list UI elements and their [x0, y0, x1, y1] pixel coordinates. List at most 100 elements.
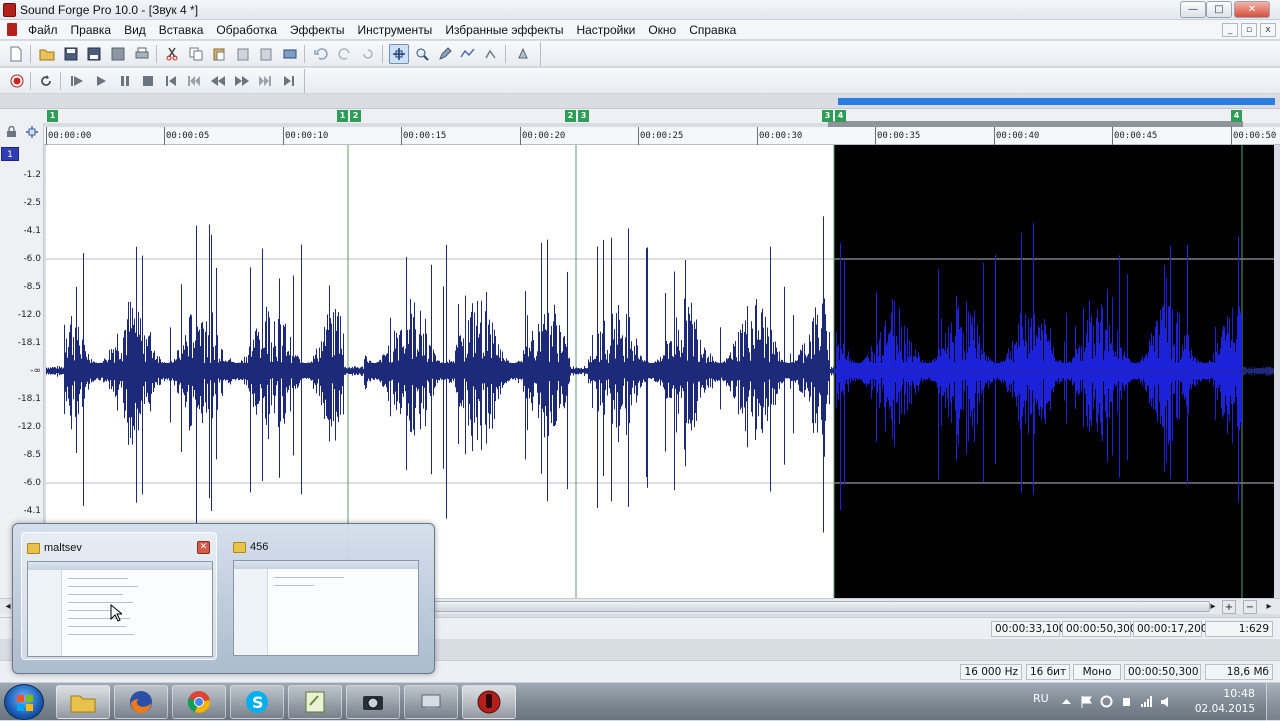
taskbar-skype[interactable]: S — [230, 685, 284, 719]
menu-edit[interactable]: Правка — [71, 23, 112, 37]
print-icon[interactable] — [132, 44, 152, 64]
marker-4[interactable]: 4 — [835, 110, 846, 122]
taskbar-notepad[interactable] — [288, 685, 342, 719]
menu-options[interactable]: Настройки — [576, 23, 635, 37]
save-icon[interactable] — [61, 44, 81, 64]
clock-date[interactable]: 02.04.2015 — [1195, 703, 1255, 715]
menu-effects[interactable]: Эффекты — [290, 23, 345, 37]
doc-close-button[interactable]: x — [1260, 23, 1276, 37]
cut-icon[interactable] — [162, 44, 182, 64]
go-to-end-icon[interactable] — [279, 71, 299, 91]
taskbar-chrome[interactable] — [172, 685, 226, 719]
redo-icon[interactable] — [335, 44, 355, 64]
undo-icon[interactable] — [311, 44, 331, 64]
selection-length[interactable]: 00:00:17,200 — [1133, 621, 1208, 637]
menu-help[interactable]: Справка — [689, 23, 736, 37]
zoom-in-button[interactable]: + — [1222, 600, 1236, 614]
menu-favorites[interactable]: Избранные эффекты — [445, 23, 563, 37]
flag-icon[interactable] — [1080, 695, 1093, 708]
stop-icon[interactable] — [138, 71, 158, 91]
power-icon[interactable] — [1120, 695, 1133, 708]
channel-mode[interactable]: Моно — [1073, 664, 1121, 680]
pause-icon[interactable] — [115, 71, 135, 91]
edit-tool-icon[interactable] — [389, 44, 409, 64]
rewind-icon[interactable] — [208, 71, 228, 91]
next-marker-icon[interactable] — [255, 71, 275, 91]
repeat-icon[interactable] — [358, 44, 378, 64]
bit-depth[interactable]: 16 бит — [1026, 664, 1070, 680]
sound-forge-app-icon[interactable] — [3, 3, 16, 17]
paste-icon[interactable] — [209, 44, 229, 64]
close-thumbnail-button[interactable]: ✕ — [197, 541, 210, 554]
new-file-icon[interactable] — [6, 44, 26, 64]
paste-crossfade-icon[interactable] — [256, 44, 276, 64]
pencil-tool-icon[interactable] — [435, 44, 455, 64]
previous-marker-icon[interactable] — [184, 71, 204, 91]
clock-time[interactable]: 10:48 — [1223, 687, 1255, 700]
loop-playback-icon[interactable] — [36, 71, 56, 91]
go-to-start-icon[interactable] — [161, 71, 181, 91]
window-thumbnail-maltsev[interactable]: maltsev ✕ — [21, 532, 217, 660]
overview-bar[interactable] — [0, 95, 1280, 109]
scrollbar-thumb[interactable] — [430, 601, 1210, 612]
render-icon[interactable] — [108, 44, 128, 64]
sample-rate[interactable]: 16 000 Hz — [960, 664, 1022, 680]
doc-minimize-button[interactable]: _ — [1222, 23, 1238, 37]
time-ruler[interactable]: 00:00:00 00:00:05 00:00:10 00:00:15 00:0… — [44, 127, 1280, 145]
play-icon[interactable] — [91, 71, 111, 91]
lock-icon[interactable] — [6, 126, 17, 138]
paste-mix-icon[interactable] — [233, 44, 253, 64]
show-hidden-icons-icon[interactable] — [1060, 695, 1073, 708]
menu-window[interactable]: Окно — [648, 23, 676, 37]
marker-3[interactable]: 3 — [578, 110, 589, 122]
menu-file[interactable]: Файл — [28, 23, 58, 37]
maximize-button[interactable]: □ — [1206, 1, 1232, 18]
document-icon[interactable] — [7, 23, 17, 36]
zoom-out-button[interactable]: − — [1243, 600, 1257, 614]
marker-3-end[interactable]: 3 — [822, 110, 833, 122]
doc-restore-button[interactable]: ▫ — [1241, 23, 1257, 37]
taskbar-firefox[interactable] — [114, 685, 168, 719]
show-desktop-button[interactable] — [1266, 683, 1280, 721]
scroll-right-button[interactable]: ▸ — [1206, 600, 1220, 614]
channel-1-badge[interactable]: 1 — [1, 147, 19, 161]
menu-view[interactable]: Вид — [124, 23, 146, 37]
event-tool-icon[interactable] — [481, 44, 501, 64]
snap-icon[interactable] — [25, 125, 39, 139]
marker-4-end[interactable]: 4 — [1231, 110, 1242, 122]
menu-process[interactable]: Обработка — [216, 23, 277, 37]
marker-1[interactable]: 1 — [47, 110, 58, 122]
selection-start[interactable]: 00:00:33,100 — [991, 621, 1066, 637]
magnify-tool-icon[interactable] — [412, 44, 432, 64]
copy-icon[interactable] — [186, 44, 206, 64]
save-as-icon[interactable] — [84, 44, 104, 64]
language-indicator[interactable]: RU — [1033, 692, 1049, 705]
fast-forward-icon[interactable] — [232, 71, 252, 91]
signal-icon[interactable] — [1140, 695, 1153, 708]
taskbar-sound-forge[interactable] — [462, 685, 516, 719]
record-icon[interactable] — [7, 71, 27, 91]
play-all-icon[interactable] — [67, 71, 87, 91]
marker-2[interactable]: 2 — [350, 110, 361, 122]
taskbar-camera-app[interactable] — [346, 685, 400, 719]
minimize-button[interactable]: — — [1180, 1, 1206, 18]
menu-tools[interactable]: Инструменты — [357, 23, 432, 37]
menu-insert[interactable]: Вставка — [159, 23, 204, 37]
recycle-icon[interactable] — [1100, 695, 1113, 708]
start-button[interactable] — [4, 684, 44, 720]
volume-icon[interactable] — [1160, 695, 1173, 708]
window-preview[interactable] — [233, 560, 419, 656]
taskbar-explorer[interactable] — [56, 685, 110, 719]
marker-1-end[interactable]: 1 — [337, 110, 348, 122]
trim-crop-icon[interactable] — [280, 44, 300, 64]
taskbar-network-app[interactable] — [404, 685, 458, 719]
envelope-tool-icon[interactable] — [458, 44, 478, 64]
close-button[interactable]: ✕ — [1234, 1, 1270, 18]
plugin-chain-icon[interactable] — [513, 44, 533, 64]
overview-selection[interactable] — [838, 98, 1275, 105]
selection-end[interactable]: 00:00:50,300 — [1062, 621, 1137, 637]
open-folder-icon[interactable] — [37, 44, 57, 64]
scroll-end-button[interactable]: ▸ — [1262, 600, 1276, 614]
marker-2-end[interactable]: 2 — [565, 110, 576, 122]
window-thumbnail-456[interactable]: 456 — [228, 532, 424, 660]
